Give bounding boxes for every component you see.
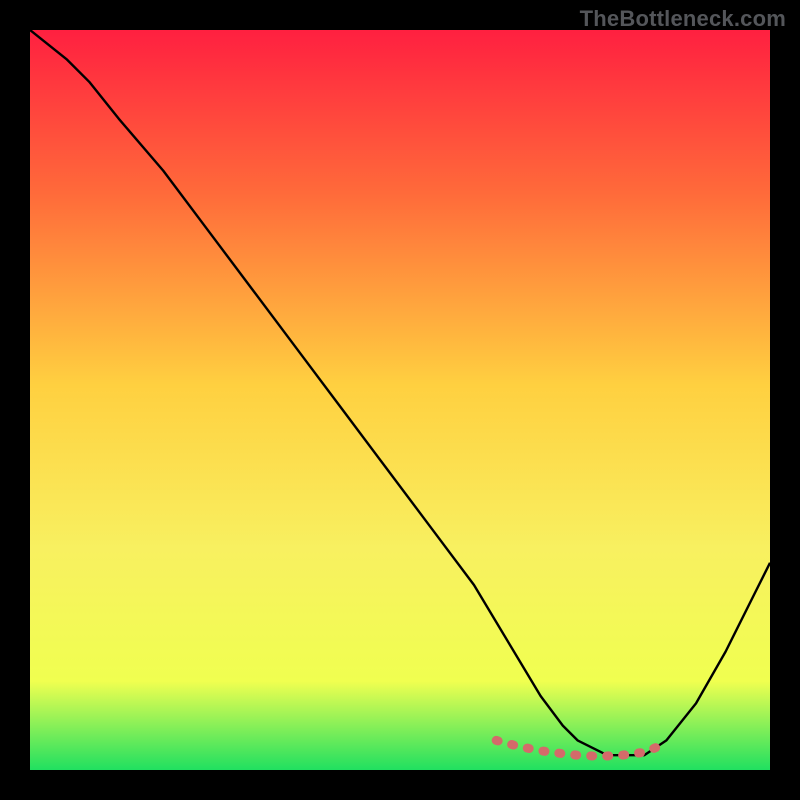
plot-svg xyxy=(30,30,770,770)
plot-background-gradient xyxy=(30,30,770,770)
plot-area xyxy=(30,30,770,770)
chart-frame: TheBottleneck.com xyxy=(0,0,800,800)
watermark-text: TheBottleneck.com xyxy=(580,6,786,32)
